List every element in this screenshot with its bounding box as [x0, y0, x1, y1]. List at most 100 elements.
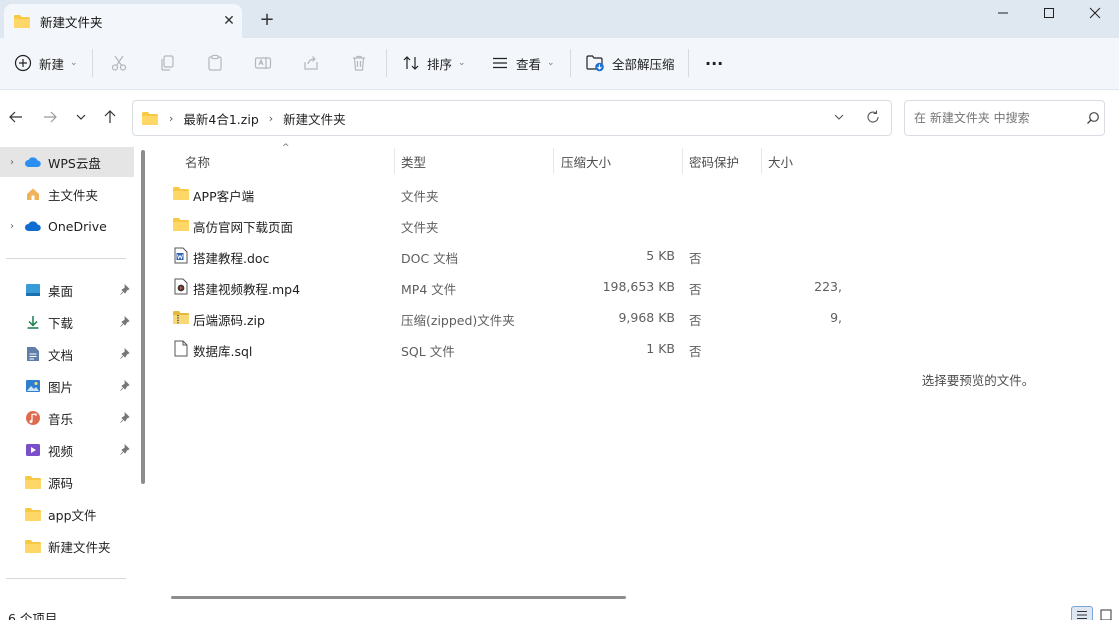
extract-all-button[interactable]: 全部解压缩: [586, 50, 675, 76]
column-header-password[interactable]: 密码保护: [689, 152, 739, 170]
maximize-button[interactable]: [1026, 0, 1072, 26]
recent-locations-button[interactable]: [71, 107, 91, 127]
folder-icon: [14, 14, 30, 28]
cut-button[interactable]: [110, 50, 128, 76]
folder-icon: [173, 187, 189, 200]
file-row[interactable]: 数据库.sql SQL 文件 1 KB 否: [160, 333, 842, 364]
file-password: 否: [689, 344, 702, 359]
view-button[interactable]: 查看 ⌄: [491, 50, 555, 76]
zip-folder-icon: [173, 311, 189, 324]
nav-item-app-files[interactable]: app文件: [0, 499, 134, 529]
breadcrumb-item[interactable]: 最新4合1.zip: [183, 109, 258, 128]
chevron-right-icon[interactable]: ›: [0, 157, 24, 168]
file-row[interactable]: APP客户端 文件夹: [160, 178, 842, 209]
search-box[interactable]: [904, 100, 1105, 136]
pictures-icon: [24, 378, 42, 394]
more-options-button[interactable]: ···: [705, 50, 723, 76]
nav-item-label: 图片: [48, 379, 74, 395]
file-compressed-size: 1 KB: [646, 341, 675, 356]
file-compressed-size: 5 KB: [646, 248, 675, 263]
file-name: APP客户端: [193, 189, 255, 204]
nav-item-downloads[interactable]: 下载: [0, 307, 134, 337]
nav-item-music[interactable]: 音乐: [0, 403, 134, 433]
breadcrumb-item[interactable]: 新建文件夹: [283, 109, 346, 128]
address-bar[interactable]: › 最新4合1.zip › 新建文件夹: [132, 100, 892, 136]
details-view-button[interactable]: [1071, 606, 1093, 620]
column-header-name[interactable]: 名称: [185, 152, 210, 170]
nav-item-label: 源码: [48, 475, 74, 491]
file-name: 高仿官网下载页面: [193, 220, 294, 235]
onedrive-icon: [24, 218, 42, 234]
divider: [6, 578, 126, 579]
horizontal-scrollbar[interactable]: [171, 596, 626, 599]
column-divider[interactable]: [553, 148, 554, 174]
nav-item-onedrive[interactable]: › OneDrive: [0, 211, 134, 241]
share-button[interactable]: [302, 50, 320, 76]
download-icon: [24, 314, 42, 330]
nav-item-new-folder[interactable]: 新建文件夹: [0, 531, 134, 561]
nav-item-videos[interactable]: 视频: [0, 435, 134, 465]
chevron-right-icon[interactable]: ›: [0, 221, 24, 232]
nav-item-label: 视频: [48, 443, 74, 459]
column-divider[interactable]: [761, 148, 762, 174]
home-icon: [24, 186, 42, 202]
extract-folder-icon: [586, 55, 604, 72]
column-header-size[interactable]: 大小: [768, 152, 793, 170]
column-header-type[interactable]: 类型: [401, 152, 426, 170]
close-tab-icon[interactable]: ✕: [216, 13, 242, 29]
file-row[interactable]: 搭建教程.doc DOC 文档 5 KB 否: [160, 240, 842, 271]
nav-item-home[interactable]: 主文件夹: [0, 179, 134, 209]
folder-icon: [24, 506, 42, 522]
chevron-down-icon: ⌄: [70, 58, 78, 68]
forward-button[interactable]: [40, 107, 60, 127]
file-type: 文件夹: [401, 220, 439, 235]
nav-item-label: 下载: [48, 315, 74, 331]
new-button[interactable]: 新建 ⌄: [14, 50, 78, 76]
minimize-icon: [998, 12, 1008, 14]
word-doc-icon: [174, 247, 188, 264]
chevron-down-icon: [76, 114, 86, 120]
nav-item-label: app文件: [48, 507, 97, 523]
file-name: 后端源码.zip: [193, 313, 265, 328]
view-button-label: 查看: [516, 56, 542, 72]
sort-icon: [403, 56, 419, 70]
large-icons-view-button[interactable]: [1095, 606, 1117, 620]
file-password: 否: [689, 282, 702, 297]
preview-message: 选择要预览的文件。: [921, 373, 1035, 388]
nav-scrollbar[interactable]: [141, 150, 145, 484]
nav-item-documents[interactable]: 文档: [0, 339, 134, 369]
file-type: DOC 文档: [401, 251, 459, 266]
rename-icon: [254, 57, 272, 69]
file-row[interactable]: 高仿官网下载页面 文件夹: [160, 209, 842, 240]
minimize-button[interactable]: [980, 0, 1026, 26]
nav-item-desktop[interactable]: 桌面: [0, 275, 134, 305]
extract-all-label: 全部解压缩: [612, 56, 675, 72]
chevron-down-icon: ⌄: [547, 58, 555, 68]
column-header-compressed-size[interactable]: 压缩大小: [561, 152, 611, 170]
refresh-button[interactable]: [865, 109, 881, 128]
rename-button[interactable]: [254, 50, 272, 76]
delete-button[interactable]: [350, 50, 368, 76]
up-button[interactable]: [100, 107, 120, 127]
videos-icon: [24, 442, 42, 458]
paste-button[interactable]: [206, 50, 224, 76]
sort-button[interactable]: 排序 ⌄: [402, 50, 466, 76]
divider: [386, 49, 387, 77]
back-button[interactable]: [6, 107, 26, 127]
file-row[interactable]: 后端源码.zip 压缩(zipped)文件夹 9,968 KB 否 9,: [160, 302, 842, 333]
new-tab-button[interactable]: +: [255, 9, 279, 33]
nav-item-wps-cloud[interactable]: › WPS云盘: [0, 147, 134, 177]
file-type: 压缩(zipped)文件夹: [401, 313, 515, 328]
file-row[interactable]: 搭建视频教程.mp4 MP4 文件 198,653 KB 否 223,: [160, 271, 842, 302]
nav-item-source[interactable]: 源码: [0, 467, 134, 497]
nav-item-pictures[interactable]: 图片: [0, 371, 134, 401]
tab-current-folder[interactable]: 新建文件夹 ✕: [4, 4, 242, 38]
search-input[interactable]: [914, 111, 1074, 125]
new-button-label: 新建: [39, 56, 65, 72]
copy-button[interactable]: [158, 50, 176, 76]
column-divider[interactable]: [682, 148, 683, 174]
address-history-button[interactable]: [832, 110, 846, 127]
folder-icon: [24, 474, 42, 490]
column-divider[interactable]: [394, 148, 395, 174]
close-window-button[interactable]: [1072, 0, 1118, 26]
